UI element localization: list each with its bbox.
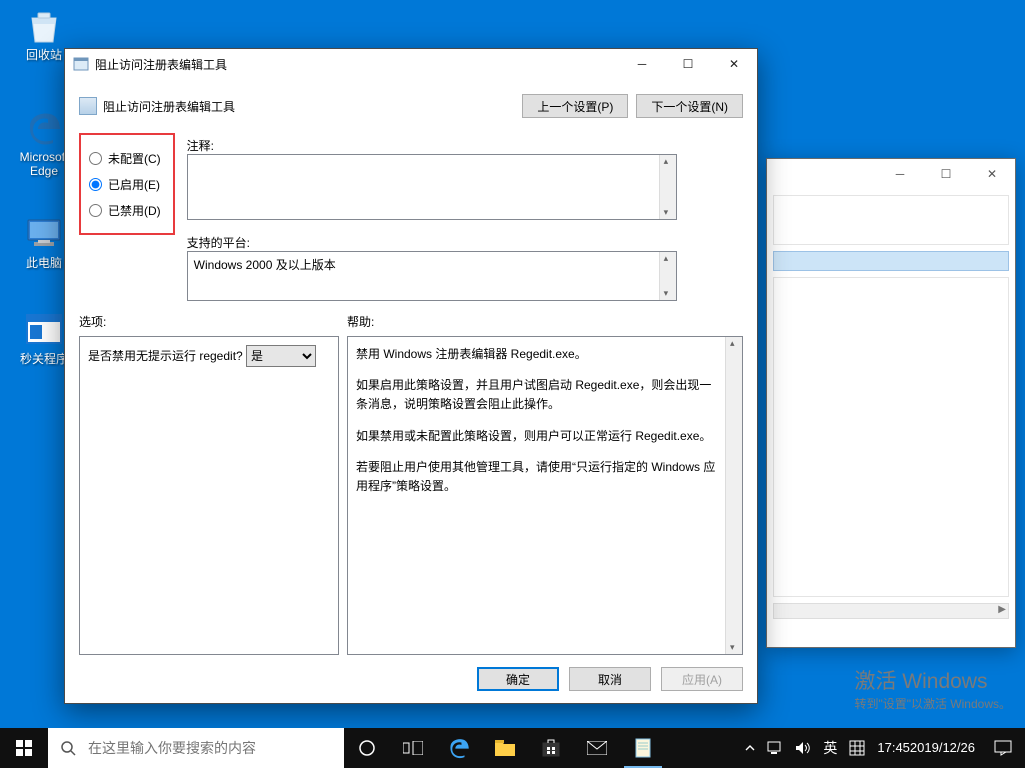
cortana-icon[interactable] xyxy=(344,728,390,768)
minimize-button[interactable]: ─ xyxy=(877,159,923,189)
help-pane: 禁用 Windows 注册表编辑器 Regedit.exe。 如果启用此策略设置… xyxy=(347,336,743,655)
taskbar: 英 17:45 2019/12/26 xyxy=(0,728,1025,768)
radio-not-configured-input[interactable] xyxy=(89,152,102,165)
maximize-button[interactable]: ☐ xyxy=(665,49,711,79)
dialog-title-icon xyxy=(73,56,89,72)
tray-date: 2019/12/26 xyxy=(910,740,975,756)
next-setting-button[interactable]: 下一个设置(N) xyxy=(636,94,743,118)
vertical-scrollbar[interactable] xyxy=(659,252,676,300)
taskbar-search[interactable] xyxy=(48,728,344,768)
windows-logo-icon xyxy=(16,740,32,756)
radio-enabled-input[interactable] xyxy=(89,178,102,191)
label-supported-platform: 支持的平台: xyxy=(187,230,261,251)
close-button[interactable]: ✕ xyxy=(711,49,757,79)
platform-textarea: Windows 2000 及以上版本 xyxy=(187,251,677,301)
taskbar-app-mail[interactable] xyxy=(574,728,620,768)
label-help: 帮助: xyxy=(347,313,374,330)
policy-dialog: 阻止访问注册表编辑工具 ─ ☐ ✕ 阻止访问注册表编辑工具 上一个设置(P) 下… xyxy=(64,48,758,704)
option-question: 是否禁用无提示运行 regedit? xyxy=(88,349,243,363)
tray-volume-icon[interactable] xyxy=(789,728,817,768)
tray-notifications-icon[interactable] xyxy=(981,728,1025,768)
recycle-bin-icon xyxy=(24,6,64,46)
tray-ime-indicator[interactable]: 英 xyxy=(817,728,843,768)
app-icon xyxy=(24,310,64,350)
help-text: 如果启用此策略设置，并且用户试图启动 Regedit.exe，则会出现一条消息，… xyxy=(356,376,720,414)
comment-textarea[interactable] xyxy=(187,154,677,220)
policy-icon xyxy=(79,97,97,115)
dialog-titlebar: 阻止访问注册表编辑工具 ─ ☐ ✕ xyxy=(65,49,757,79)
config-radio-group: 未配置(C) 已启用(E) 已禁用(D) xyxy=(79,133,175,235)
vertical-scrollbar[interactable] xyxy=(659,155,676,219)
help-text: 如果禁用或未配置此策略设置，则用户可以正常运行 Regedit.exe。 xyxy=(356,427,720,446)
taskbar-app-store[interactable] xyxy=(528,728,574,768)
label-options: 选项: xyxy=(79,313,347,330)
horizontal-scrollbar[interactable] xyxy=(773,603,1009,619)
cancel-button[interactable]: 取消 xyxy=(569,667,651,691)
maximize-button[interactable]: ☐ xyxy=(923,159,969,189)
start-button[interactable] xyxy=(0,728,48,768)
help-text: 禁用 Windows 注册表编辑器 Regedit.exe。 xyxy=(356,345,720,364)
minimize-button[interactable]: ─ xyxy=(619,49,665,79)
tray-show-hidden-icon[interactable] xyxy=(739,728,761,768)
search-icon xyxy=(48,740,88,756)
task-view-icon[interactable] xyxy=(390,728,436,768)
apply-button[interactable]: 应用(A) xyxy=(661,667,743,691)
ok-button[interactable]: 确定 xyxy=(477,667,559,691)
vertical-scrollbar[interactable] xyxy=(725,337,742,654)
tray-time: 17:45 xyxy=(877,740,910,756)
help-text: 若要阻止用户使用其他管理工具，请使用“只运行指定的 Windows 应用程序”策… xyxy=(356,458,720,496)
radio-not-configured[interactable]: 未配置(C) xyxy=(89,145,161,171)
taskbar-app-notepad[interactable] xyxy=(620,728,666,768)
close-button[interactable]: ✕ xyxy=(969,159,1015,189)
prev-setting-button[interactable]: 上一个设置(P) xyxy=(522,94,628,118)
policy-header-title: 阻止访问注册表编辑工具 xyxy=(103,98,514,115)
tray-network-icon[interactable] xyxy=(761,728,789,768)
radio-disabled-input[interactable] xyxy=(89,204,102,217)
tray-ime-icon[interactable] xyxy=(843,728,871,768)
label-comment: 注释: xyxy=(187,133,261,154)
background-window: ─ ☐ ✕ xyxy=(766,158,1016,648)
dialog-title: 阻止访问注册表编辑工具 xyxy=(95,56,619,73)
option-select-silent-regedit[interactable]: 是 xyxy=(246,345,316,367)
taskbar-app-explorer[interactable] xyxy=(482,728,528,768)
search-input[interactable] xyxy=(88,729,344,767)
platform-text: Windows 2000 及以上版本 xyxy=(188,252,676,300)
edge-icon xyxy=(24,108,64,148)
radio-enabled[interactable]: 已启用(E) xyxy=(89,171,161,197)
tray-clock[interactable]: 17:45 2019/12/26 xyxy=(871,728,981,768)
activation-watermark: 激活 Windows 转到"设置"以激活 Windows。 xyxy=(854,665,1011,712)
options-pane: 是否禁用无提示运行 regedit? 是 xyxy=(79,336,339,655)
radio-disabled[interactable]: 已禁用(D) xyxy=(89,197,161,223)
taskbar-app-edge[interactable] xyxy=(436,728,482,768)
this-pc-icon xyxy=(24,214,64,254)
